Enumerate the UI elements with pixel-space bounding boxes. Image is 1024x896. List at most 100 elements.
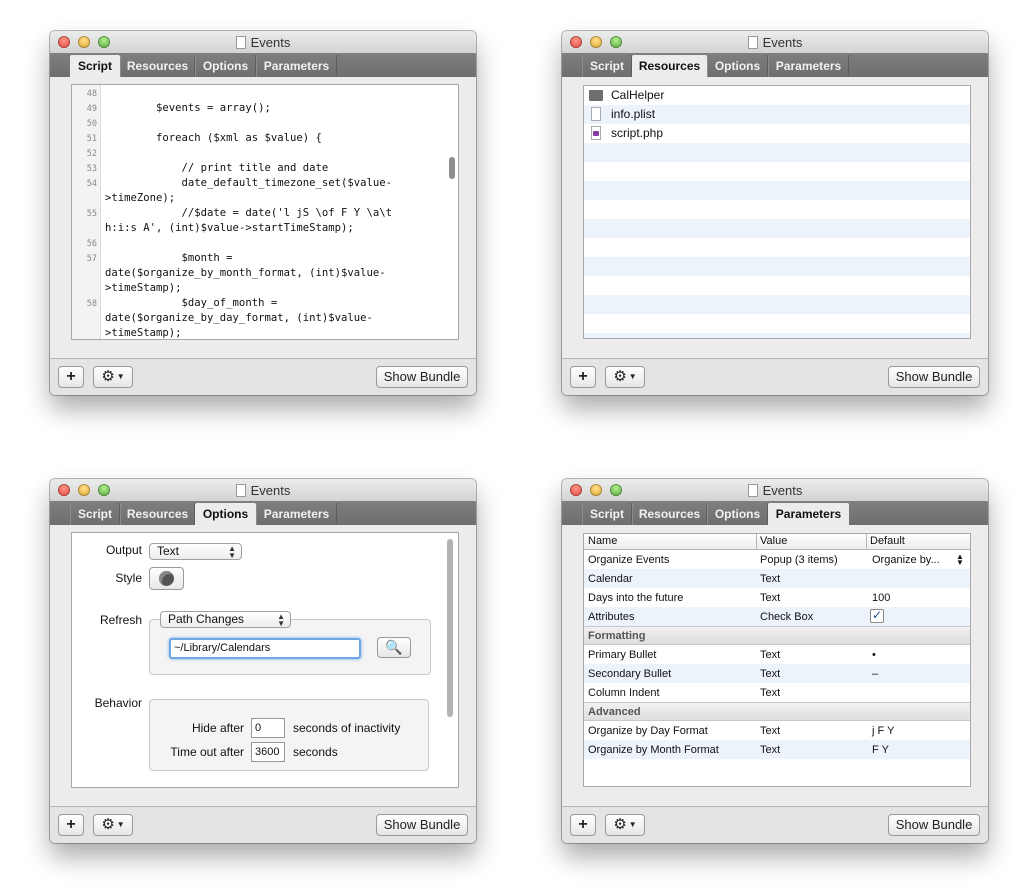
tab-options[interactable]: Options — [707, 55, 768, 77]
param-value-cell: Text — [760, 687, 781, 699]
titlebar[interactable]: Events — [562, 31, 988, 53]
param-name-cell: Organize Events — [588, 554, 670, 566]
titlebar[interactable]: Events — [50, 31, 476, 53]
tab-options[interactable]: Options — [707, 503, 768, 525]
code-line: >timeZone); — [105, 192, 176, 204]
titlebar[interactable]: Events — [562, 479, 988, 501]
line-number: 51 — [86, 134, 97, 144]
section-header[interactable]: Formatting — [584, 626, 970, 645]
param-value-cell: Text — [760, 649, 781, 661]
show-bundle-button[interactable]: Show Bundle — [376, 814, 468, 836]
code-line: date_default_timezone_set($value- — [105, 177, 393, 189]
gear-menu-button[interactable]: ⚙ ▼ — [605, 366, 645, 388]
tab-resources[interactable]: Resources — [632, 55, 707, 77]
show-bundle-button[interactable]: Show Bundle — [888, 366, 980, 388]
tab-script[interactable]: Script — [582, 503, 632, 525]
script-editor[interactable]: 48 49 50 51 52 53 54 55 56 57 58 $events = array()… — [71, 84, 459, 340]
table-row[interactable]: Organize by Day Format Text j F Y — [584, 721, 970, 740]
column-divider[interactable] — [866, 534, 867, 549]
param-name-cell: Secondary Bullet — [588, 668, 672, 680]
vertical-scrollbar[interactable] — [449, 157, 455, 179]
param-name-cell: Organize by Day Format — [588, 725, 708, 737]
param-name-cell: Calendar — [588, 573, 633, 585]
tab-parameters[interactable]: Parameters — [256, 503, 337, 525]
param-name-cell: Days into the future — [588, 592, 684, 604]
table-row[interactable]: Organize by Month Format Text F Y — [584, 740, 970, 759]
tab-resources[interactable]: Resources — [120, 55, 195, 77]
behavior-group — [149, 699, 429, 771]
tab-options[interactable]: Options — [195, 55, 256, 77]
tab-bar: Script Resources Options Parameters — [50, 53, 476, 77]
table-row[interactable]: Attributes Check Box ✓ — [584, 607, 970, 626]
tab-options[interactable]: Options — [195, 503, 256, 525]
tab-bar: Script Resources Options Parameters — [50, 501, 476, 525]
param-default-cell: Organize by... — [872, 554, 940, 566]
default-checkbox[interactable]: ✓ — [870, 609, 884, 623]
document-icon — [235, 484, 246, 497]
list-item[interactable]: CalHelper — [584, 86, 970, 105]
output-popup[interactable]: Text ▲ ▼ — [149, 543, 242, 560]
table-row[interactable]: Column Indent Text — [584, 683, 970, 702]
tab-resources[interactable]: Resources — [632, 503, 707, 525]
search-icon: 🔍 — [385, 639, 403, 655]
list-item[interactable]: script.php — [584, 124, 970, 143]
table-row[interactable]: Primary Bullet Text • — [584, 645, 970, 664]
list-item-label: CalHelper — [611, 88, 665, 102]
table-row[interactable]: Secondary Bullet Text – — [584, 664, 970, 683]
tab-resources[interactable]: Resources — [120, 503, 195, 525]
window-resources: Events Script Resources Options Paramete… — [562, 31, 988, 395]
window-parameters: Events Script Resources Options Paramete… — [562, 479, 988, 843]
code-line: >timeStamp); — [105, 327, 182, 339]
path-input[interactable]: ~/Library/Calendars — [169, 638, 361, 659]
line-number: 56 — [86, 239, 97, 249]
hide-after-field[interactable]: 0 — [251, 718, 285, 738]
line-number: 49 — [86, 104, 97, 114]
tab-parameters[interactable]: Parameters — [768, 55, 849, 77]
search-button[interactable]: 🔍 — [377, 637, 411, 658]
table-row[interactable]: Calendar Text — [584, 569, 970, 588]
add-button[interactable]: + — [570, 814, 596, 836]
column-header-default[interactable]: Default — [870, 535, 905, 547]
gear-menu-button[interactable]: ⚙ ▼ — [605, 814, 645, 836]
show-bundle-button[interactable]: Show Bundle — [888, 814, 980, 836]
style-button[interactable] — [149, 567, 184, 590]
table-row[interactable]: Organize Events Popup (3 items) Organize b… — [584, 550, 970, 569]
gear-menu-button[interactable]: ⚙ ▼ — [93, 814, 133, 836]
code-line: //$date = date('l jS \of F Y \a\t — [105, 207, 393, 219]
window-options: Events Script Resources Options Paramete… — [50, 479, 476, 843]
tab-parameters[interactable]: Parameters — [768, 503, 849, 525]
show-bundle-button[interactable]: Show Bundle — [376, 366, 468, 388]
vertical-scrollbar[interactable] — [447, 539, 453, 717]
section-header[interactable]: Advanced — [584, 702, 970, 721]
tab-script[interactable]: Script — [70, 55, 120, 77]
refresh-popup[interactable]: Path Changes ▲ ▼ — [160, 611, 291, 628]
popup-arrows-icon: ▲ ▼ — [228, 544, 236, 560]
add-button[interactable]: + — [58, 814, 84, 836]
add-button[interactable]: + — [570, 366, 596, 388]
resources-list[interactable]: CalHelper info.plist script.php — [583, 85, 971, 339]
timeout-field[interactable]: 3600 — [251, 742, 285, 762]
param-value-cell: Text — [760, 725, 781, 737]
titlebar[interactable]: Events — [50, 479, 476, 501]
add-button[interactable]: + — [58, 366, 84, 388]
window-title-text: Events — [762, 483, 803, 498]
column-header-name[interactable]: Name — [588, 535, 617, 547]
hide-after-label: Hide after — [191, 721, 244, 735]
list-item[interactable]: info.plist — [584, 105, 970, 124]
table-row[interactable]: Days into the future Text 100 — [584, 588, 970, 607]
popup-arrows-icon[interactable]: ▲ ▼ — [956, 553, 964, 567]
line-number: 54 — [86, 179, 97, 189]
timeout-suffix: seconds — [293, 745, 338, 759]
code-line: $day_of_month = — [105, 297, 278, 309]
chevron-down-icon: ▼ — [628, 372, 637, 381]
tab-script[interactable]: Script — [70, 503, 120, 525]
palette-icon — [159, 571, 174, 586]
parameters-table[interactable]: Name Value Default Organize Events Popup … — [583, 533, 971, 787]
column-divider[interactable] — [756, 534, 757, 549]
bottom-toolbar: + ⚙ ▼ Show Bundle — [562, 358, 988, 395]
gear-menu-button[interactable]: ⚙ ▼ — [93, 366, 133, 388]
tab-script[interactable]: Script — [582, 55, 632, 77]
column-header-value[interactable]: Value — [760, 535, 787, 547]
tab-bar: Script Resources Options Parameters — [562, 53, 988, 77]
tab-parameters[interactable]: Parameters — [256, 55, 337, 77]
